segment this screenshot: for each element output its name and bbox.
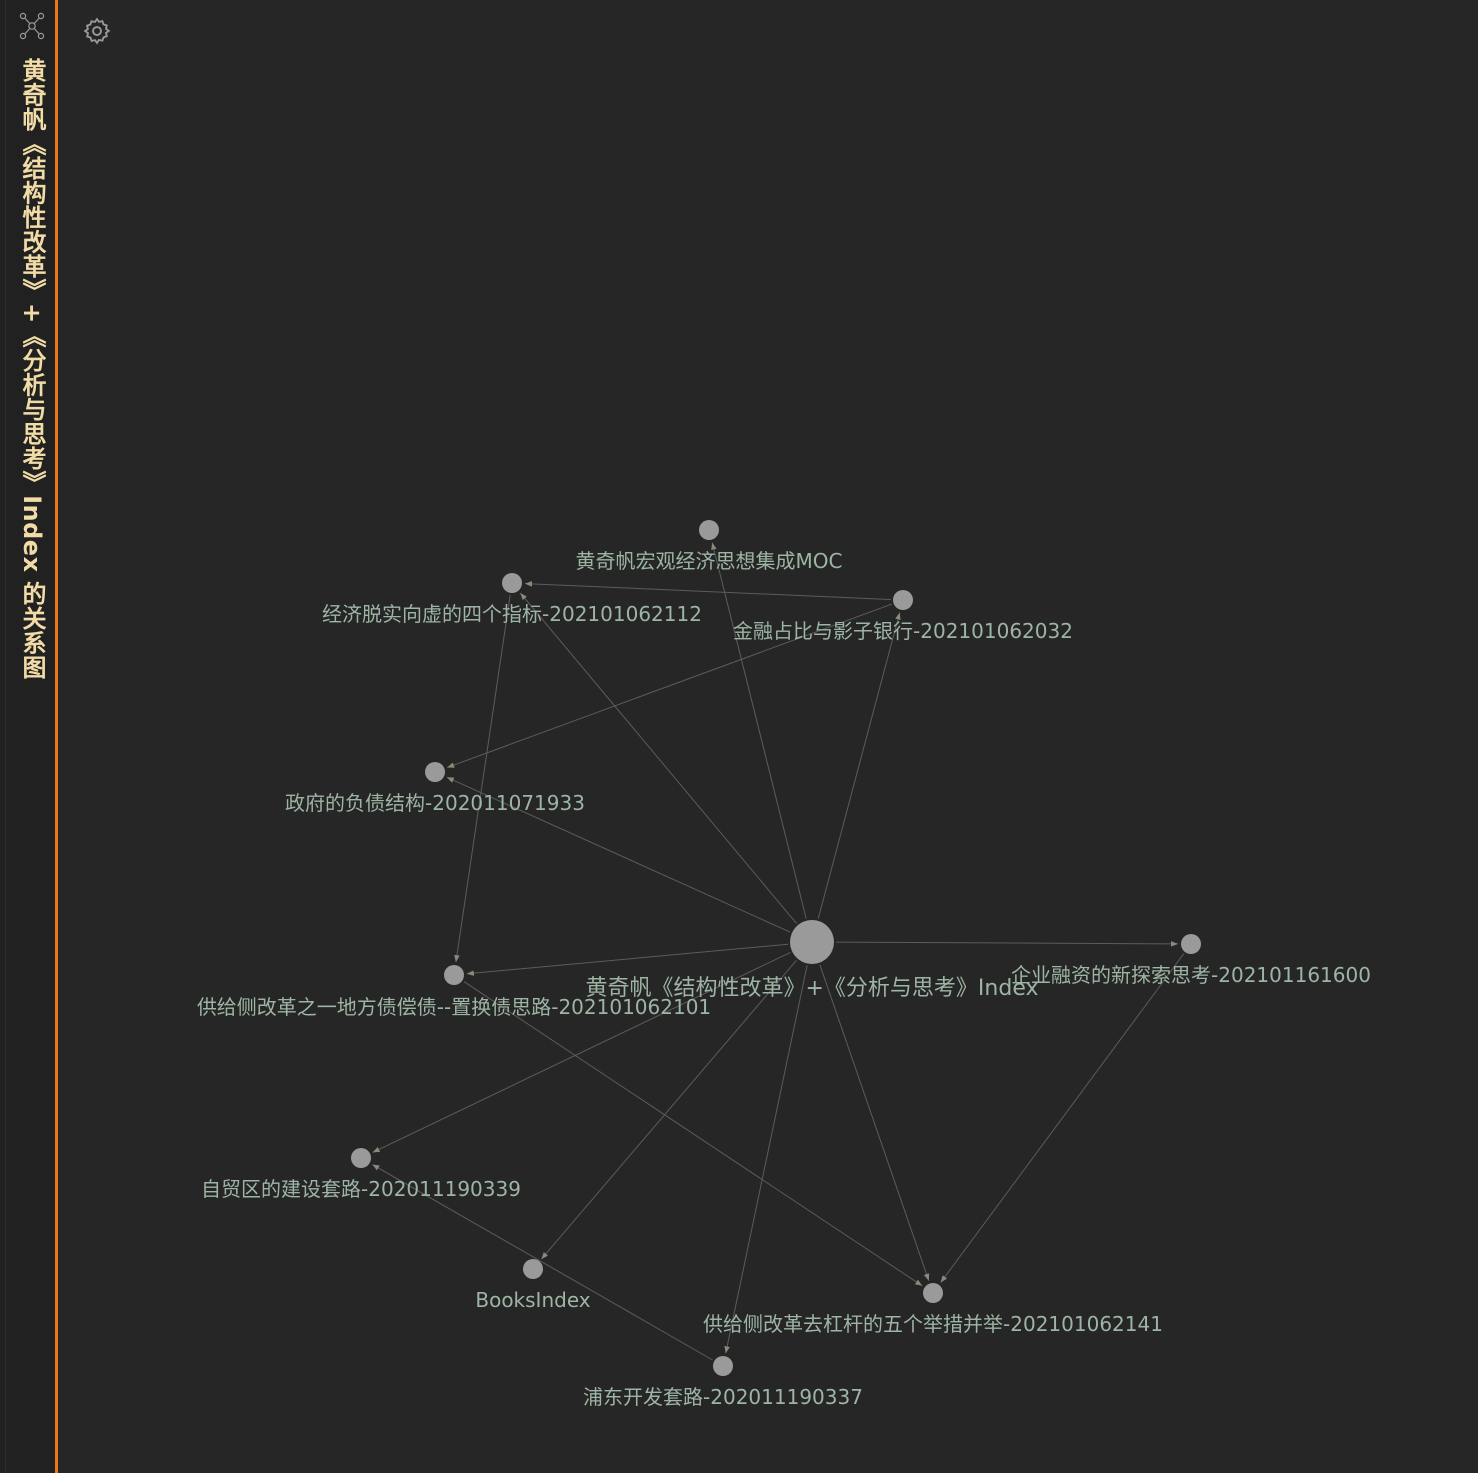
graph-edge-center-jinrong	[817, 612, 901, 919]
graph-node-gongji1[interactable]	[444, 965, 464, 985]
tab-edge-divider	[5, 0, 6, 1473]
graph-node-pudong[interactable]	[713, 1356, 733, 1376]
edges-layer	[372, 542, 1185, 1361]
graph-canvas[interactable]: 黄奇帆《结构性改革》+《分析与思考》Index 黄奇帆宏观经济思想集成MOC 经济脱…	[58, 0, 1478, 1473]
labels-layer: 黄奇帆《结构性改革》+《分析与思考》Index黄奇帆宏观经济思想集成MOC经济脱…	[197, 549, 1371, 1409]
graph-edge-center-gongji2	[819, 964, 930, 1281]
graph-node-label-pudong[interactable]: 浦东开发套路-202011190337	[583, 1385, 863, 1409]
tab-title[interactable]: 黄奇帆《结构性改革》+《分析与思考》Index 的关系图	[18, 58, 46, 679]
graph-node-label-zimao[interactable]: 自贸区的建设套路-202011190339	[201, 1177, 521, 1201]
graph-node-label-jinrong[interactable]: 金融占比与影子银行-202101062032	[733, 619, 1073, 643]
graph-node-jingji[interactable]	[502, 573, 522, 593]
graph-node-zimao[interactable]	[351, 1148, 371, 1168]
graph-node-gongji2[interactable]	[923, 1283, 943, 1303]
graph-view-window: 黄奇帆《结构性改革》+《分析与思考》Index 的关系图 黄奇帆《结构性改革》+…	[0, 0, 1478, 1473]
graph-icon[interactable]	[16, 10, 48, 42]
gear-icon[interactable]	[82, 16, 112, 46]
graph-edge-center-moc	[711, 542, 807, 919]
graph-node-books[interactable]	[523, 1259, 543, 1279]
graph-edge-gongji1-gongji2	[463, 981, 923, 1287]
graph-edge-qiye-gongji2	[940, 953, 1185, 1283]
graph-edge-center-gongji1	[466, 943, 789, 976]
nodes-layer	[351, 520, 1201, 1376]
graph-node-label-gongji2[interactable]: 供给侧改革去杠杆的五个举措并举-202101062141	[703, 1312, 1163, 1336]
graph-node-qiye[interactable]	[1181, 934, 1201, 954]
graph-node-label-jingji[interactable]: 经济脱实向虚的四个指标-202101062112	[322, 602, 702, 626]
graph-node-label-books[interactable]: BooksIndex	[475, 1288, 590, 1312]
graph-edge-center-pudong	[724, 965, 808, 1354]
vertical-tab-header[interactable]: 黄奇帆《结构性改革》+《分析与思考》Index 的关系图	[0, 0, 58, 1473]
graph-node-label-gongji1[interactable]: 供给侧改革之一地方债偿债--置换债思路-202101062101	[197, 995, 711, 1019]
graph-node-label-zhengfu[interactable]: 政府的负债结构-202011071933	[285, 791, 585, 815]
graph-node-label-qiye[interactable]: 企业融资的新探索思考-202101161600	[1011, 963, 1371, 987]
graph-edge-center-qiye	[835, 941, 1179, 947]
graph-node-jinrong[interactable]	[893, 590, 913, 610]
graph-node-moc[interactable]	[699, 520, 719, 540]
graph-edge-jinrong-jingji	[524, 581, 892, 600]
graph-node-label-moc[interactable]: 黄奇帆宏观经济思想集成MOC	[576, 549, 843, 573]
graph-svg[interactable]: 黄奇帆《结构性改革》+《分析与思考》Index黄奇帆宏观经济思想集成MOC经济脱…	[58, 0, 1478, 1473]
graph-edge-jingji-gongji1	[454, 594, 511, 963]
graph-node-center[interactable]	[790, 920, 834, 964]
graph-node-zhengfu[interactable]	[425, 762, 445, 782]
